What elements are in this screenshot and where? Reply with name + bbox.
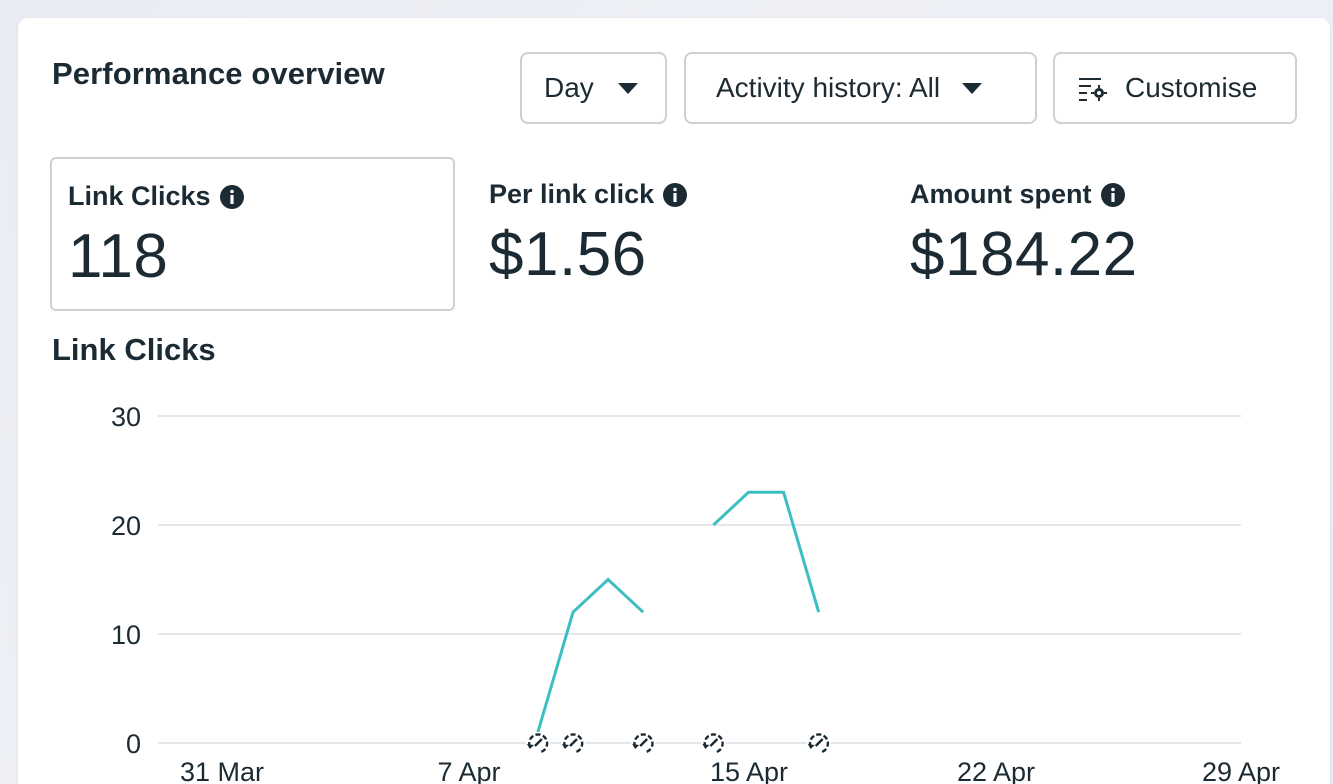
day-dropdown[interactable]: Day [520, 52, 667, 124]
metric-label: Link Clicks [68, 181, 211, 211]
customise-button[interactable]: Customise [1053, 52, 1297, 124]
day-dropdown-label: Day [544, 72, 594, 103]
customise-label: Customise [1125, 72, 1258, 103]
caret-down-icon [617, 82, 638, 94]
metric-link-clicks[interactable]: Link Clicks 118 [50, 157, 455, 311]
metric-per-link-click[interactable]: Per link click $1.56 [473, 157, 873, 311]
caret-down-icon [962, 82, 983, 94]
metric-amount-spent[interactable]: Amount spent $184.22 [894, 157, 1294, 311]
metric-value: $1.56 [489, 220, 647, 289]
chart-title: Link Clicks [52, 332, 216, 367]
info-icon[interactable] [662, 182, 688, 208]
activity-history-label: Activity history: All [716, 72, 941, 103]
info-icon[interactable] [1100, 182, 1126, 208]
metric-label: Amount spent [910, 179, 1092, 209]
customise-settings-icon [1079, 78, 1107, 101]
metric-value: 118 [68, 222, 169, 291]
metric-label: Per link click [489, 179, 655, 209]
activity-history-dropdown[interactable]: Activity history: All [684, 52, 1037, 124]
info-icon[interactable] [219, 184, 245, 210]
performance-overview-card: Performance overview Day Activity histor… [18, 18, 1330, 784]
metric-label-container: Per link click [489, 179, 688, 210]
page-title: Performance overview [52, 56, 385, 91]
metric-label-container: Link Clicks [68, 181, 245, 212]
metric-label-container: Amount spent [910, 179, 1126, 210]
metric-value: $184.22 [910, 220, 1138, 289]
